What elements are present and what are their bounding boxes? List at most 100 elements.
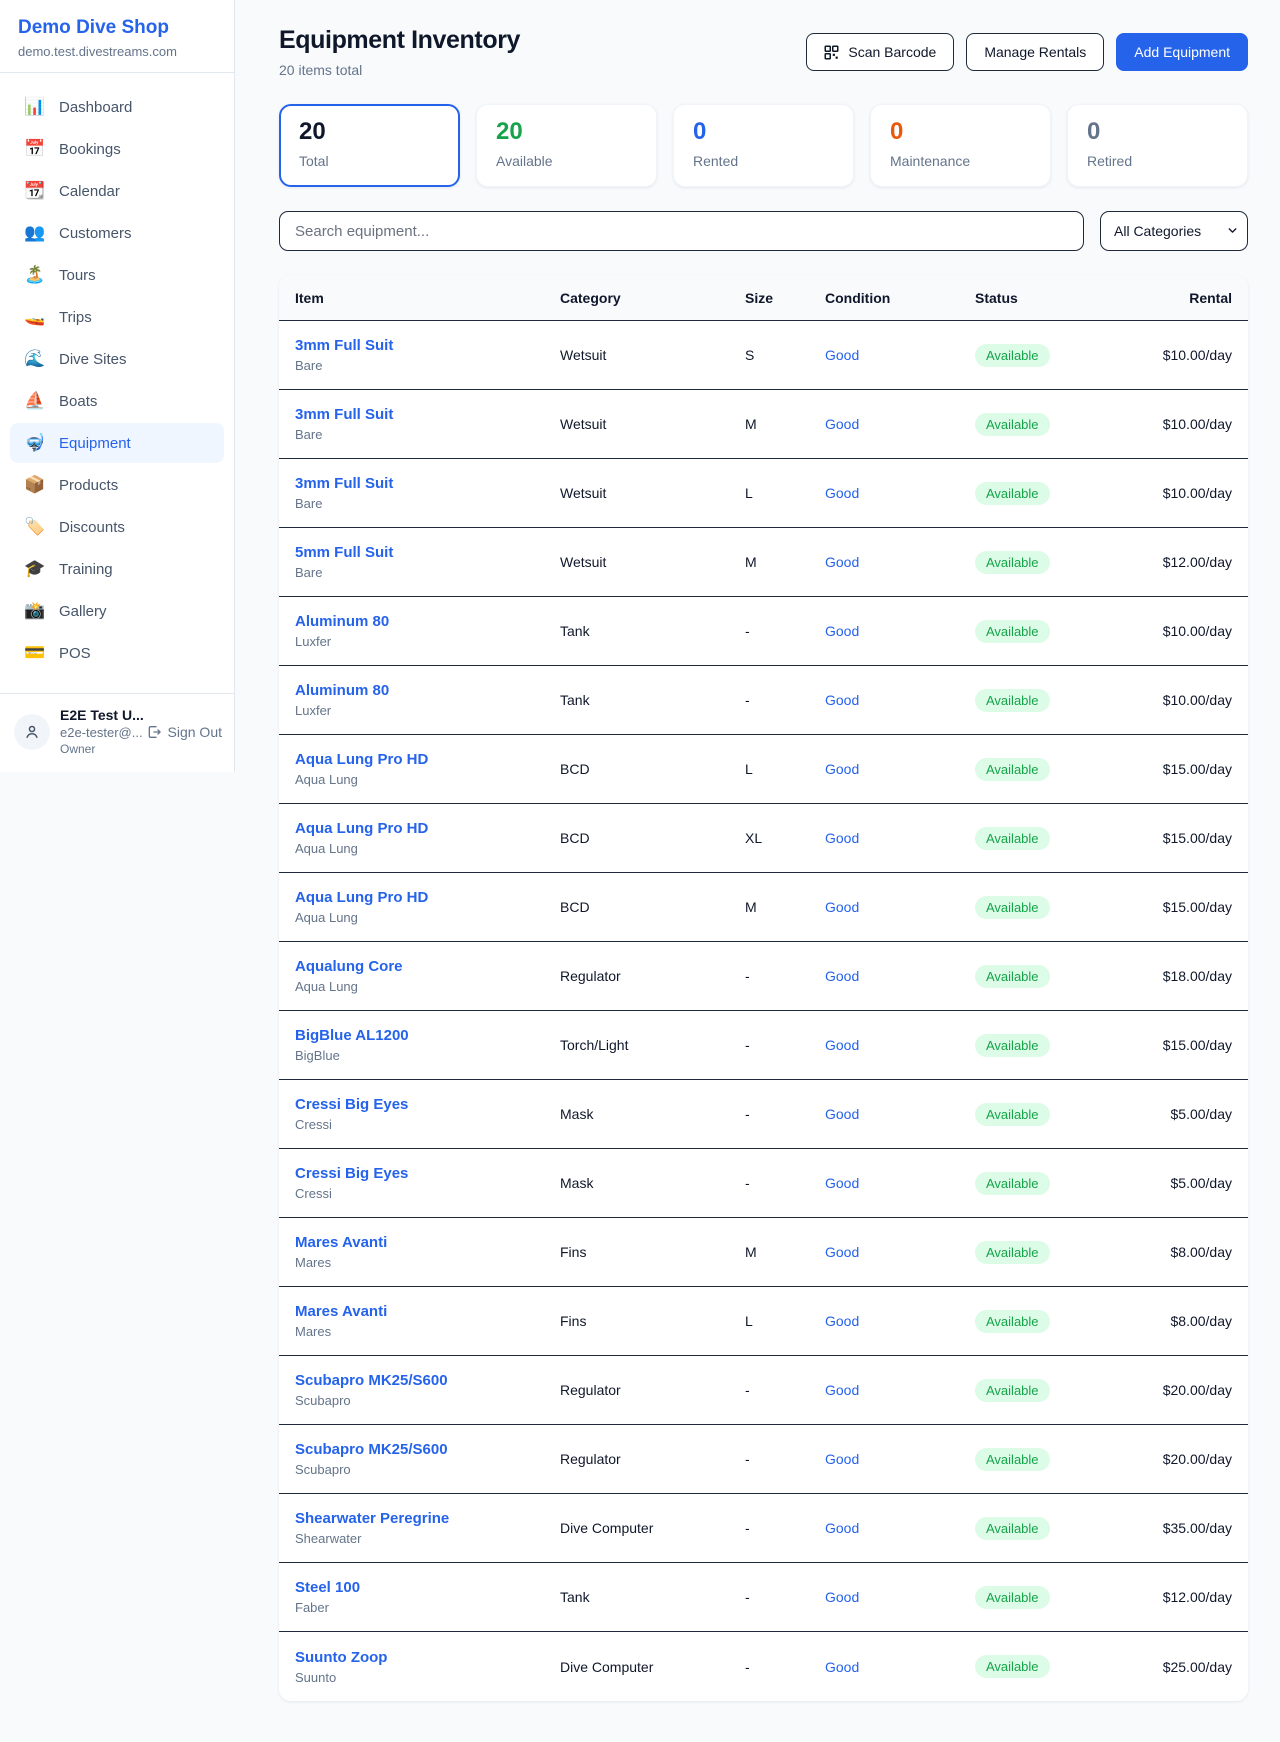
item-name-link[interactable]: Scubapro MK25/S600: [295, 1372, 560, 1389]
add-equipment-button[interactable]: Add Equipment: [1116, 33, 1248, 71]
stat-card-available[interactable]: 20Available: [476, 104, 657, 187]
status-cell: Available: [975, 1586, 1145, 1609]
condition-link[interactable]: Good: [825, 1659, 975, 1675]
stat-card-total[interactable]: 20Total: [279, 104, 460, 187]
item-name-link[interactable]: 3mm Full Suit: [295, 475, 560, 492]
sidebar-item-training[interactable]: 🎓Training: [10, 549, 224, 589]
item-brand: Scubapro: [295, 1393, 560, 1408]
condition-link[interactable]: Good: [825, 1382, 975, 1398]
item-name-link[interactable]: Aluminum 80: [295, 613, 560, 630]
stat-card-retired[interactable]: 0Retired: [1067, 104, 1248, 187]
sidebar-item-pos[interactable]: 💳POS: [10, 633, 224, 673]
rental-rate: $12.00/day: [1145, 1589, 1232, 1605]
wave-icon: 🌊: [24, 349, 46, 369]
condition-link[interactable]: Good: [825, 1244, 975, 1260]
condition-link[interactable]: Good: [825, 416, 975, 432]
rental-rate: $15.00/day: [1145, 830, 1232, 846]
item-name-link[interactable]: Mares Avanti: [295, 1234, 560, 1251]
stat-card-maintenance[interactable]: 0Maintenance: [870, 104, 1051, 187]
stat-label: Retired: [1087, 153, 1228, 169]
condition-link[interactable]: Good: [825, 899, 975, 915]
item-name-link[interactable]: Aluminum 80: [295, 682, 560, 699]
condition-link[interactable]: Good: [825, 623, 975, 639]
rental-rate: $8.00/day: [1145, 1313, 1232, 1329]
condition-link[interactable]: Good: [825, 1175, 975, 1191]
item-name-link[interactable]: 5mm Full Suit: [295, 544, 560, 561]
sidebar-item-discounts[interactable]: 🏷️Discounts: [10, 507, 224, 547]
size-cell: M: [745, 1244, 825, 1260]
sidebar-item-dive-sites[interactable]: 🌊Dive Sites: [10, 339, 224, 379]
condition-link[interactable]: Good: [825, 1520, 975, 1536]
item-name-link[interactable]: Suunto Zoop: [295, 1649, 560, 1666]
condition-link[interactable]: Good: [825, 1313, 975, 1329]
size-cell: XL: [745, 830, 825, 846]
logout-icon: [146, 724, 162, 740]
item-cell: Aqua Lung Pro HDAqua Lung: [295, 751, 560, 787]
sidebar-item-label: Training: [59, 561, 113, 578]
scan-barcode-button[interactable]: Scan Barcode: [806, 33, 954, 71]
item-brand: Aqua Lung: [295, 910, 560, 925]
condition-link[interactable]: Good: [825, 1589, 975, 1605]
sidebar-item-dashboard[interactable]: 📊Dashboard: [10, 87, 224, 127]
item-cell: 5mm Full SuitBare: [295, 544, 560, 580]
item-cell: Aqualung CoreAqua Lung: [295, 958, 560, 994]
status-cell: Available: [975, 1310, 1145, 1333]
item-name-link[interactable]: Scubapro MK25/S600: [295, 1441, 560, 1458]
item-brand: Faber: [295, 1600, 560, 1615]
item-name-link[interactable]: Cressi Big Eyes: [295, 1165, 560, 1182]
item-cell: Shearwater PeregrineShearwater: [295, 1510, 560, 1546]
sidebar-item-trips[interactable]: 🚤Trips: [10, 297, 224, 337]
condition-link[interactable]: Good: [825, 485, 975, 501]
sidebar-item-boats[interactable]: ⛵Boats: [10, 381, 224, 421]
category-cell: BCD: [560, 899, 745, 915]
condition-link[interactable]: Good: [825, 554, 975, 570]
condition-link[interactable]: Good: [825, 830, 975, 846]
island-icon: 🏝️: [24, 265, 46, 285]
item-name-link[interactable]: BigBlue AL1200: [295, 1027, 560, 1044]
condition-link[interactable]: Good: [825, 692, 975, 708]
condition-link[interactable]: Good: [825, 1106, 975, 1122]
sidebar-item-equipment[interactable]: 🤿Equipment: [10, 423, 224, 463]
condition-link[interactable]: Good: [825, 761, 975, 777]
status-badge: Available: [975, 1379, 1050, 1402]
barcode-icon: [824, 45, 839, 60]
status-badge: Available: [975, 1517, 1050, 1540]
item-name-link[interactable]: Aqua Lung Pro HD: [295, 820, 560, 837]
sidebar-item-gallery[interactable]: 📸Gallery: [10, 591, 224, 631]
rental-rate: $15.00/day: [1145, 761, 1232, 777]
stat-value: 0: [693, 118, 834, 146]
category-cell: Regulator: [560, 1382, 745, 1398]
item-name-link[interactable]: Cressi Big Eyes: [295, 1096, 560, 1113]
user-email: e2e-tester@...: [60, 725, 136, 740]
sidebar-item-calendar[interactable]: 📆Calendar: [10, 171, 224, 211]
item-cell: Mares AvantiMares: [295, 1234, 560, 1270]
condition-link[interactable]: Good: [825, 1037, 975, 1053]
sidebar-item-products[interactable]: 📦Products: [10, 465, 224, 505]
category-select[interactable]: All Categories: [1100, 211, 1248, 251]
item-name-link[interactable]: 3mm Full Suit: [295, 406, 560, 423]
item-name-link[interactable]: Aqua Lung Pro HD: [295, 889, 560, 906]
condition-link[interactable]: Good: [825, 1451, 975, 1467]
condition-link[interactable]: Good: [825, 968, 975, 984]
status-cell: Available: [975, 689, 1145, 712]
item-name-link[interactable]: Steel 100: [295, 1579, 560, 1596]
manage-rentals-button[interactable]: Manage Rentals: [966, 33, 1104, 71]
item-name-link[interactable]: Aqualung Core: [295, 958, 560, 975]
item-name-link[interactable]: 3mm Full Suit: [295, 337, 560, 354]
item-name-link[interactable]: Shearwater Peregrine: [295, 1510, 560, 1527]
sidebar-item-tours[interactable]: 🏝️Tours: [10, 255, 224, 295]
stat-card-rented[interactable]: 0Rented: [673, 104, 854, 187]
item-name-link[interactable]: Aqua Lung Pro HD: [295, 751, 560, 768]
condition-link[interactable]: Good: [825, 347, 975, 363]
sidebar-item-bookings[interactable]: 📅Bookings: [10, 129, 224, 169]
table-row: Aqua Lung Pro HDAqua LungBCDLGoodAvailab…: [279, 735, 1248, 804]
item-name-link[interactable]: Mares Avanti: [295, 1303, 560, 1320]
sign-out-button[interactable]: Sign Out: [146, 724, 222, 740]
person-icon: [23, 723, 41, 741]
sidebar-item-customers[interactable]: 👥Customers: [10, 213, 224, 253]
search-input[interactable]: [279, 211, 1084, 251]
status-badge: Available: [975, 1310, 1050, 1333]
category-cell: Tank: [560, 1589, 745, 1605]
status-badge: Available: [975, 1172, 1050, 1195]
brand-name[interactable]: Demo Dive Shop: [18, 17, 214, 39]
